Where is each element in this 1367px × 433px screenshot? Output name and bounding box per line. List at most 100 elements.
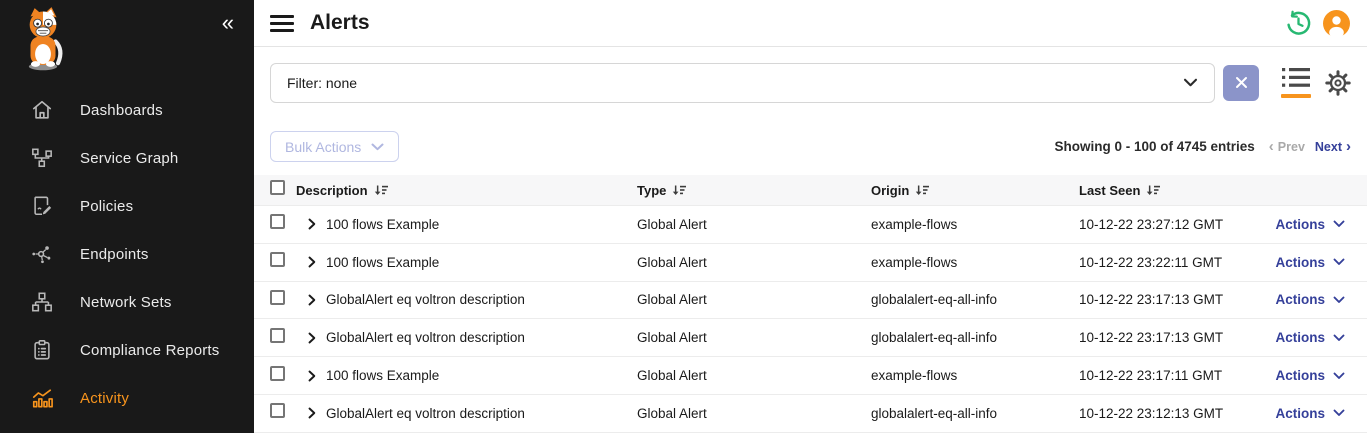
- column-header-description[interactable]: Description: [296, 183, 637, 198]
- user-avatar[interactable]: [1321, 8, 1351, 38]
- bulk-actions-button[interactable]: Bulk Actions: [270, 131, 399, 162]
- alert-origin: globalalert-eq-all-info: [871, 330, 1079, 345]
- hamburger-menu-icon[interactable]: [270, 15, 294, 32]
- chevron-down-icon: [1333, 409, 1345, 417]
- sidebar-item-policies[interactable]: Policies: [0, 182, 254, 230]
- prev-page-button[interactable]: ‹ Prev: [1269, 139, 1305, 154]
- alert-last-seen: 10-12-22 23:17:13 GMT: [1079, 330, 1255, 345]
- expand-row-chevron-icon[interactable]: [308, 370, 316, 382]
- row-actions-menu[interactable]: Actions: [1255, 292, 1351, 307]
- sidebar-item-partial[interactable]: [0, 422, 254, 433]
- sort-icon: [374, 184, 388, 197]
- alert-description: 100 flows Example: [326, 255, 439, 270]
- alert-last-seen: 10-12-22 23:27:12 GMT: [1079, 217, 1255, 232]
- expand-row-chevron-icon[interactable]: [308, 218, 316, 230]
- next-page-button[interactable]: Next ›: [1315, 139, 1351, 154]
- alert-origin: example-flows: [871, 217, 1079, 232]
- row-checkbox[interactable]: [270, 403, 285, 418]
- alert-description: GlobalAlert eq voltron description: [326, 330, 525, 345]
- sidebar-collapse-icon[interactable]: «: [222, 12, 234, 34]
- sidebar-item-endpoints[interactable]: Endpoints: [0, 230, 254, 278]
- row-checkbox[interactable]: [270, 290, 285, 305]
- header-actions: [1283, 8, 1351, 38]
- row-actions-menu[interactable]: Actions: [1255, 255, 1351, 270]
- alert-type: Global Alert: [637, 330, 871, 345]
- filter-value: Filter: none: [287, 75, 357, 91]
- chevron-down-icon: [371, 143, 384, 151]
- active-tab-underline: [1281, 94, 1311, 98]
- filter-bar: Filter: none: [254, 47, 1367, 118]
- alert-origin: globalalert-eq-all-info: [871, 406, 1079, 421]
- alert-type: Global Alert: [637, 406, 871, 421]
- row-actions-menu[interactable]: Actions: [1255, 330, 1351, 345]
- sidebar: « Dashboards Service Graph: [0, 0, 254, 433]
- page-header: Alerts: [254, 0, 1367, 47]
- alert-type: Global Alert: [637, 217, 871, 232]
- sidebar-nav: Dashboards Service Graph Po: [0, 86, 254, 433]
- list-view-toggle[interactable]: [1281, 67, 1311, 98]
- alert-origin: globalalert-eq-all-info: [871, 292, 1079, 307]
- actions-label: Actions: [1275, 406, 1325, 421]
- alert-description: GlobalAlert eq voltron description: [326, 292, 525, 307]
- row-actions-menu[interactable]: Actions: [1255, 406, 1351, 421]
- sidebar-item-dashboards[interactable]: Dashboards: [0, 86, 254, 134]
- filter-dropdown[interactable]: Filter: none: [270, 63, 1215, 103]
- chevron-left-icon: ‹: [1269, 139, 1274, 154]
- sidebar-item-label: Compliance Reports: [80, 342, 220, 359]
- row-actions-menu[interactable]: Actions: [1255, 368, 1351, 383]
- showing-entries-text: Showing 0 - 100 of 4745 entries: [1054, 139, 1254, 154]
- home-icon: [30, 98, 54, 122]
- chevron-down-icon: [1333, 334, 1345, 342]
- row-checkbox[interactable]: [270, 366, 285, 381]
- expand-row-chevron-icon[interactable]: [308, 332, 316, 344]
- expand-row-chevron-icon[interactable]: [308, 407, 316, 419]
- actions-label: Actions: [1275, 292, 1325, 307]
- expand-row-chevron-icon[interactable]: [308, 294, 316, 306]
- row-checkbox[interactable]: [270, 214, 285, 229]
- sidebar-item-compliance-reports[interactable]: Compliance Reports: [0, 326, 254, 374]
- select-all-checkbox[interactable]: [270, 180, 285, 195]
- sidebar-item-label: Network Sets: [80, 294, 172, 311]
- table-row: 100 flows Example Global Alert example-f…: [254, 206, 1367, 244]
- actions-label: Actions: [1275, 217, 1325, 232]
- chevron-down-icon: [1183, 78, 1198, 87]
- chevron-down-icon: [1333, 372, 1345, 380]
- column-header-origin[interactable]: Origin: [871, 183, 1079, 198]
- calico-cat-logo: [18, 6, 68, 77]
- settings-gear-icon[interactable]: [1325, 70, 1351, 96]
- alert-description: 100 flows Example: [326, 368, 439, 383]
- sidebar-item-label: Policies: [80, 198, 133, 215]
- alert-description: GlobalAlert eq voltron description: [326, 406, 525, 421]
- expand-row-chevron-icon[interactable]: [308, 256, 316, 268]
- clear-filter-button[interactable]: [1223, 65, 1259, 101]
- column-header-type[interactable]: Type: [637, 183, 871, 198]
- service-graph-icon: [30, 146, 54, 170]
- bulk-actions-label: Bulk Actions: [285, 139, 361, 155]
- sidebar-item-service-graph[interactable]: Service Graph: [0, 134, 254, 182]
- sidebar-item-network-sets[interactable]: Network Sets: [0, 278, 254, 326]
- actions-label: Actions: [1275, 330, 1325, 345]
- chevron-right-icon: ›: [1346, 139, 1351, 154]
- history-icon[interactable]: [1283, 8, 1313, 38]
- sort-icon: [1146, 184, 1160, 197]
- endpoints-icon: [30, 242, 54, 266]
- alert-type: Global Alert: [637, 292, 871, 307]
- chevron-down-icon: [1333, 258, 1345, 266]
- sidebar-item-activity[interactable]: Activity: [0, 374, 254, 422]
- row-checkbox[interactable]: [270, 328, 285, 343]
- table-toolbar: Bulk Actions Showing 0 - 100 of 4745 ent…: [254, 118, 1367, 175]
- table-row: GlobalAlert eq voltron description Globa…: [254, 395, 1367, 433]
- alert-description: 100 flows Example: [326, 217, 439, 232]
- table-row: 100 flows Example Global Alert example-f…: [254, 357, 1367, 395]
- table-row: GlobalAlert eq voltron description Globa…: [254, 319, 1367, 357]
- alert-type: Global Alert: [637, 368, 871, 383]
- sidebar-item-label: Service Graph: [80, 150, 178, 167]
- sidebar-header: «: [0, 0, 254, 86]
- column-header-last-seen[interactable]: Last Seen: [1079, 183, 1255, 198]
- network-sets-icon: [30, 290, 54, 314]
- sidebar-item-label: Activity: [80, 390, 129, 407]
- row-checkbox[interactable]: [270, 252, 285, 267]
- row-actions-menu[interactable]: Actions: [1255, 217, 1351, 232]
- alert-origin: example-flows: [871, 368, 1079, 383]
- alert-last-seen: 10-12-22 23:17:11 GMT: [1079, 368, 1255, 383]
